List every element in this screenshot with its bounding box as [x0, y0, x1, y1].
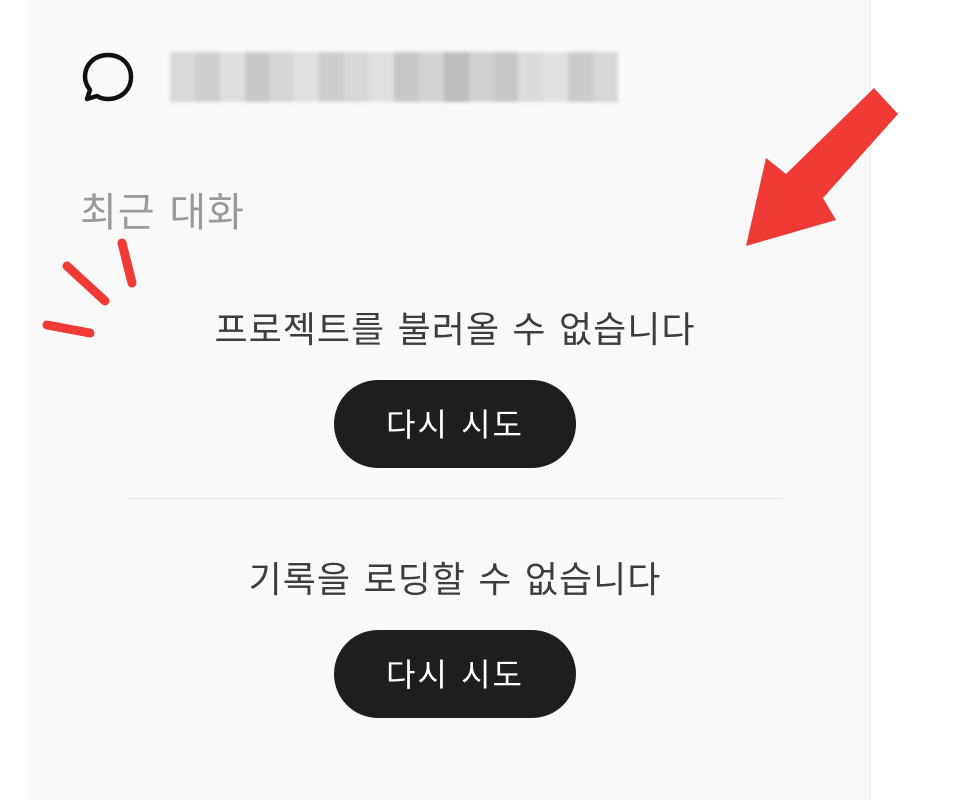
recent-conversations-title: 최근 대화: [80, 190, 245, 236]
project-load-error: 프로젝트를 불러올 수 없습니다 다시 시도: [128, 306, 782, 468]
sidebar-header: [80, 48, 619, 106]
sidebar-panel: 최근 대화 프로젝트를 불러올 수 없습니다 다시 시도 기록을 로딩할 수 없…: [28, 0, 871, 800]
retry-button[interactable]: 다시 시도: [334, 380, 576, 468]
divider: [128, 498, 782, 499]
error-message: 프로젝트를 불러올 수 없습니다: [214, 310, 696, 351]
retry-button[interactable]: 다시 시도: [334, 630, 576, 718]
chat-bubble-icon[interactable]: [80, 49, 136, 105]
history-load-error: 기록을 로딩할 수 없습니다 다시 시도: [128, 556, 782, 718]
redacted-title: [170, 52, 619, 102]
error-message: 기록을 로딩할 수 없습니다: [248, 560, 662, 601]
